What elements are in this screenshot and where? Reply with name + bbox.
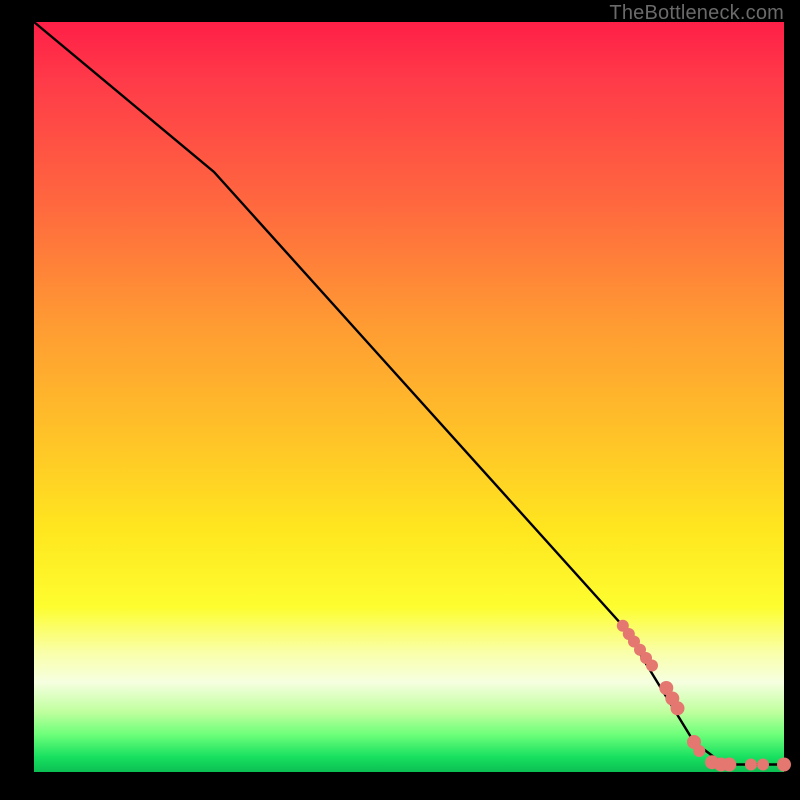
data-point	[671, 701, 685, 715]
data-point	[757, 759, 769, 771]
data-point	[722, 758, 736, 772]
data-point	[777, 758, 791, 772]
data-point	[693, 745, 705, 757]
curve-line	[34, 22, 784, 765]
data-point	[646, 660, 658, 672]
data-points-group	[617, 620, 791, 772]
chart-stage: TheBottleneck.com	[0, 0, 800, 800]
data-point	[745, 759, 757, 771]
plot-area	[34, 22, 784, 772]
chart-svg	[34, 22, 784, 772]
